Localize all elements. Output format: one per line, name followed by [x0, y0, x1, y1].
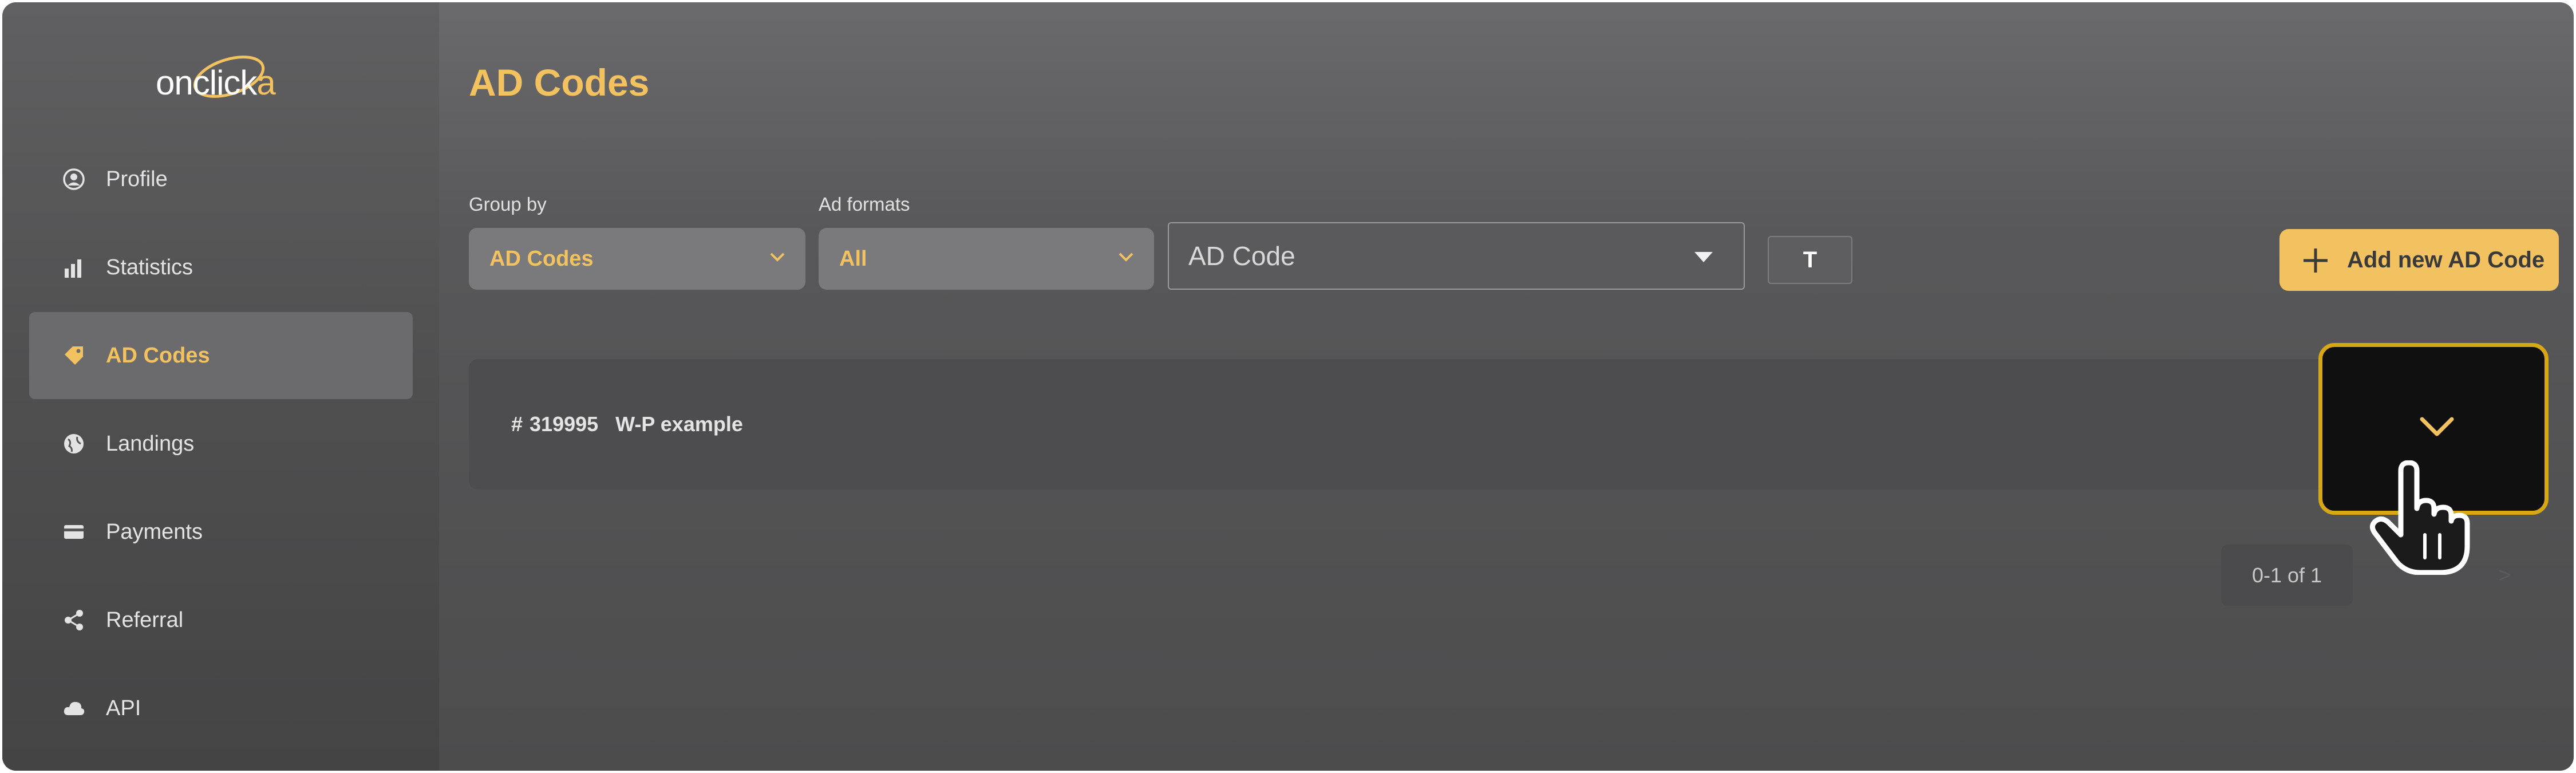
- sidebar-item-payments[interactable]: Payments: [29, 488, 413, 575]
- ad-code-input[interactable]: AD Code: [1168, 222, 1745, 290]
- next-page-button[interactable]: >: [2498, 563, 2511, 588]
- ad-code-id: 319995: [530, 412, 599, 436]
- sidebar-item-ad-codes[interactable]: AD Codes: [29, 312, 413, 399]
- dropdown-caret-icon[interactable]: [1694, 252, 1713, 262]
- logo-text: onclick: [156, 64, 257, 102]
- sidebar-item-api[interactable]: API: [29, 665, 413, 752]
- ad-formats-value: All: [839, 246, 867, 271]
- sidebar-item-referral[interactable]: Referral: [29, 577, 413, 664]
- card-icon: [62, 520, 85, 543]
- sidebar-item-label: Statistics: [106, 255, 193, 279]
- statistics-icon: [62, 256, 85, 279]
- ad-code-name: W-P example: [615, 412, 743, 436]
- page-title: AD Codes: [469, 61, 650, 104]
- chevron-down-icon: [1119, 253, 1133, 262]
- sidebar-item-label: Payments: [106, 519, 203, 544]
- sidebar-item-label: Referral: [106, 608, 184, 632]
- share-icon: [62, 609, 85, 632]
- plus-icon: [2304, 249, 2328, 273]
- table-row[interactable]: # 319995 W-P example: [469, 359, 2548, 490]
- group-by-label: Group by: [469, 194, 547, 215]
- sidebar-item-label: API: [106, 696, 141, 720]
- chevron-down-icon: [770, 253, 785, 262]
- hand-cursor-icon: [2370, 460, 2470, 575]
- tag-icon: [62, 344, 85, 367]
- ad-code-placeholder: AD Code: [1188, 241, 1295, 271]
- onclicka-logo[interactable]: onclicka: [156, 48, 293, 117]
- chevron-down-icon: [2420, 417, 2454, 436]
- sidebar-item-label: Landings: [106, 431, 195, 456]
- sidebar-item-label: AD Codes: [106, 343, 210, 368]
- sidebar-item-profile[interactable]: Profile: [29, 136, 413, 223]
- cloud-icon: [62, 697, 85, 720]
- profile-icon: [62, 168, 85, 191]
- text-filter-button[interactable]: T: [1768, 236, 1852, 284]
- logo-text-accent: a: [256, 64, 275, 102]
- sidebar-item-statistics[interactable]: Statistics: [29, 224, 413, 311]
- add-ad-code-label: Add new AD Code: [2347, 247, 2545, 273]
- hash-icon: #: [511, 412, 523, 436]
- ad-formats-label: Ad formats: [819, 194, 910, 215]
- pagination-range: 0-1 of 1: [2221, 545, 2353, 606]
- sidebar: onclicka Profile Statistics AD Codes Lan…: [2, 2, 439, 771]
- group-by-value: AD Codes: [489, 246, 594, 271]
- sidebar-nav: Profile Statistics AD Codes Landings Pay…: [29, 136, 413, 753]
- sidebar-item-label: Profile: [106, 167, 168, 191]
- add-ad-code-button[interactable]: Add new AD Code: [2279, 229, 2559, 291]
- app-window: onclicka Profile Statistics AD Codes Lan…: [2, 2, 2574, 771]
- ad-formats-select[interactable]: All: [819, 228, 1154, 290]
- globe-icon: [62, 432, 85, 455]
- sidebar-item-landings[interactable]: Landings: [29, 400, 413, 487]
- group-by-select[interactable]: AD Codes: [469, 228, 805, 290]
- pagination-text: 0-1 of 1: [2251, 563, 2322, 587]
